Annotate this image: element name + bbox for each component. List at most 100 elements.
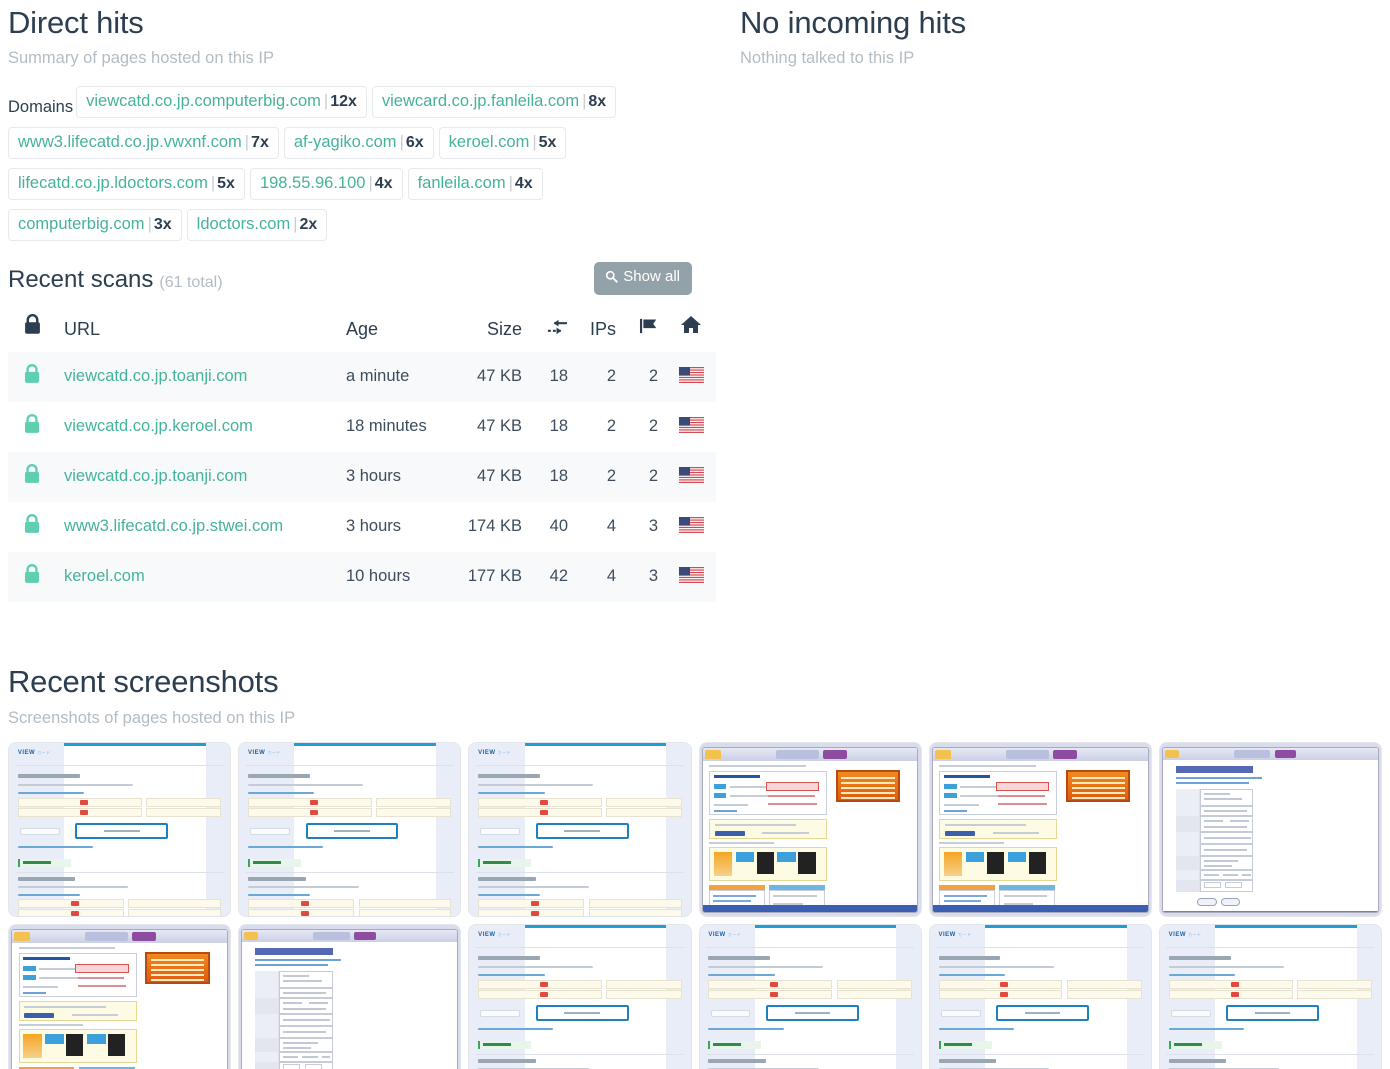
- scan-url-link[interactable]: keroel.com: [64, 567, 145, 585]
- row-age: a minute: [338, 352, 450, 403]
- table-row[interactable]: viewcatd.co.jp.toanji.com a minute 47 KB…: [8, 352, 716, 403]
- row-url-cell[interactable]: keroel.com: [56, 552, 338, 603]
- table-row[interactable]: www3.lifecatd.co.jp.stwei.com 3 hours 17…: [8, 502, 716, 552]
- scan-url-link[interactable]: viewcatd.co.jp.toanji.com: [64, 467, 247, 485]
- screenshot-thumbnail[interactable]: VIEW カード: [238, 742, 462, 918]
- domain-name: lifecatd.co.jp.ldoctors.com: [18, 174, 208, 193]
- table-body: viewcatd.co.jp.toanji.com a minute 47 KB…: [8, 352, 716, 603]
- table-row[interactable]: viewcatd.co.jp.toanji.com 3 hours 47 KB …: [8, 452, 716, 503]
- column-header-url[interactable]: URL: [56, 308, 338, 352]
- domain-badge[interactable]: keroel.com | 5x: [438, 127, 567, 160]
- screenshot-thumbnail[interactable]: VIEW カード: [928, 924, 1152, 1069]
- row-requests[interactable]: 18: [530, 352, 576, 403]
- domain-name: keroel.com: [448, 133, 530, 152]
- direct-hits-section: Direct hits Summary of pages hosted on t…: [0, 0, 720, 603]
- screenshot-thumbnail[interactable]: VIEW カード: [468, 742, 692, 918]
- row-requests[interactable]: 42: [530, 552, 576, 603]
- column-header-requests[interactable]: [530, 308, 576, 352]
- row-secure-icon: [8, 352, 56, 403]
- screenshot-thumbnail[interactable]: [1158, 742, 1382, 918]
- domain-badge[interactable]: af-yagiko.com | 6x: [283, 127, 434, 160]
- row-ips: 2: [606, 417, 616, 436]
- domain-separator: |: [147, 215, 152, 234]
- domain-name: computerbig.com: [18, 215, 145, 234]
- domain-count: 7x: [251, 134, 269, 152]
- show-all-button[interactable]: Show all: [594, 262, 692, 296]
- column-header-country[interactable]: [666, 308, 716, 352]
- screenshot-thumbnail[interactable]: [698, 742, 922, 918]
- row-ips: 4: [606, 517, 616, 536]
- screenshot-thumbnail[interactable]: VIEW カード: [468, 924, 692, 1069]
- view-card-login-form-preview: VIEW カード: [929, 925, 1151, 1069]
- row-requests[interactable]: 18: [530, 452, 576, 503]
- us-flag-icon: [678, 417, 704, 434]
- registration-form-page-preview: [239, 925, 461, 1069]
- scan-url-link[interactable]: www3.lifecatd.co.jp.stwei.com: [64, 517, 283, 535]
- domain-separator: |: [244, 133, 250, 152]
- row-size: 47 KB: [450, 352, 530, 403]
- domain-badge[interactable]: www3.lifecatd.co.jp.vwxnf.com | 7x: [8, 127, 279, 160]
- column-header-age[interactable]: Age: [338, 308, 450, 352]
- row-country: [666, 552, 716, 603]
- row-secure-icon: [8, 502, 56, 552]
- screenshot-thumbnail[interactable]: VIEW カード: [698, 924, 922, 1069]
- screenshot-thumbnail[interactable]: VIEW カード: [1158, 924, 1382, 1069]
- domain-count: 4x: [514, 175, 533, 193]
- row-age: 3 hours: [346, 517, 402, 536]
- recent-scans-table: URL Age Size IPs viewcatd.co.jp.toanji.c…: [8, 308, 716, 603]
- table-row[interactable]: keroel.com 10 hours 177 KB 42 4 3: [8, 552, 716, 603]
- registration-form-page-preview: [1159, 743, 1381, 917]
- domain-badge[interactable]: viewcard.co.jp.fanleila.com | 8x: [371, 86, 617, 119]
- domain-badge[interactable]: ldoctors.com | 2x: [186, 209, 328, 242]
- flag-icon: [639, 318, 658, 339]
- column-header-flags[interactable]: [624, 308, 666, 352]
- row-ips: 4: [576, 552, 624, 603]
- view-card-login-form-preview: VIEW カード: [469, 925, 691, 1069]
- domain-separator: |: [582, 92, 587, 111]
- row-url-cell[interactable]: viewcatd.co.jp.toanji.com: [56, 452, 338, 503]
- column-header-size[interactable]: Size: [450, 308, 530, 352]
- domain-separator: |: [508, 174, 513, 193]
- domain-count: 6x: [405, 134, 424, 152]
- row-url-cell[interactable]: viewcatd.co.jp.toanji.com: [56, 352, 338, 403]
- lock-icon: [23, 364, 41, 388]
- row-ips: 2: [576, 352, 624, 403]
- screenshot-thumbnail[interactable]: [238, 924, 462, 1069]
- lock-icon: [23, 514, 41, 538]
- column-header-ips[interactable]: IPs: [576, 308, 624, 352]
- search-icon: [605, 270, 618, 287]
- us-flag-icon: [678, 467, 704, 484]
- page-title: Direct hits: [8, 5, 144, 40]
- screenshot-grid: VIEW カード VIEW カード VIEW カード VIEW カード VIEW…: [8, 742, 1382, 1069]
- table-row[interactable]: viewcatd.co.jp.keroel.com 18 minutes 47 …: [8, 402, 716, 452]
- view-card-login-form-preview: VIEW カード: [699, 925, 921, 1069]
- domain-badge[interactable]: lifecatd.co.jp.ldoctors.com | 5x: [8, 168, 245, 201]
- row-requests[interactable]: 18: [530, 402, 576, 452]
- portal-page-with-banner-preview: [929, 743, 1151, 917]
- domain-badge[interactable]: fanleila.com | 4x: [407, 168, 543, 201]
- row-ips: 2: [576, 452, 624, 503]
- recent-scans-title: Recent scans: [8, 266, 154, 294]
- screenshot-thumbnail[interactable]: [928, 742, 1152, 918]
- row-url-cell[interactable]: viewcatd.co.jp.keroel.com: [56, 402, 338, 452]
- domain-badge[interactable]: viewcatd.co.jp.computerbig.com | 12x: [76, 86, 367, 119]
- screenshot-thumbnail[interactable]: [8, 924, 232, 1069]
- domain-badge[interactable]: computerbig.com | 3x: [8, 209, 182, 242]
- scan-url-link[interactable]: viewcatd.co.jp.toanji.com: [64, 367, 247, 385]
- screenshot-thumbnail[interactable]: VIEW カード: [8, 742, 232, 918]
- domain-separator: |: [532, 133, 537, 152]
- row-size: 47 KB: [450, 452, 530, 503]
- transfer-arrows-icon: [547, 319, 568, 339]
- domain-count: 4x: [374, 175, 393, 193]
- row-secure-icon: [8, 402, 56, 452]
- table-header-row: URL Age Size IPs: [8, 308, 716, 352]
- domain-separator: |: [399, 133, 404, 152]
- domain-count: 2x: [299, 216, 318, 234]
- domain-separator: |: [323, 92, 329, 111]
- scan-url-link[interactable]: viewcatd.co.jp.keroel.com: [64, 417, 253, 435]
- row-url-cell[interactable]: www3.lifecatd.co.jp.stwei.com: [56, 502, 338, 552]
- top-sections: Direct hits Summary of pages hosted on t…: [0, 0, 1390, 603]
- domain-badge[interactable]: 198.55.96.100 | 4x: [249, 168, 403, 201]
- row-requests[interactable]: 40: [530, 502, 576, 552]
- domain-name: 198.55.96.100: [259, 174, 366, 193]
